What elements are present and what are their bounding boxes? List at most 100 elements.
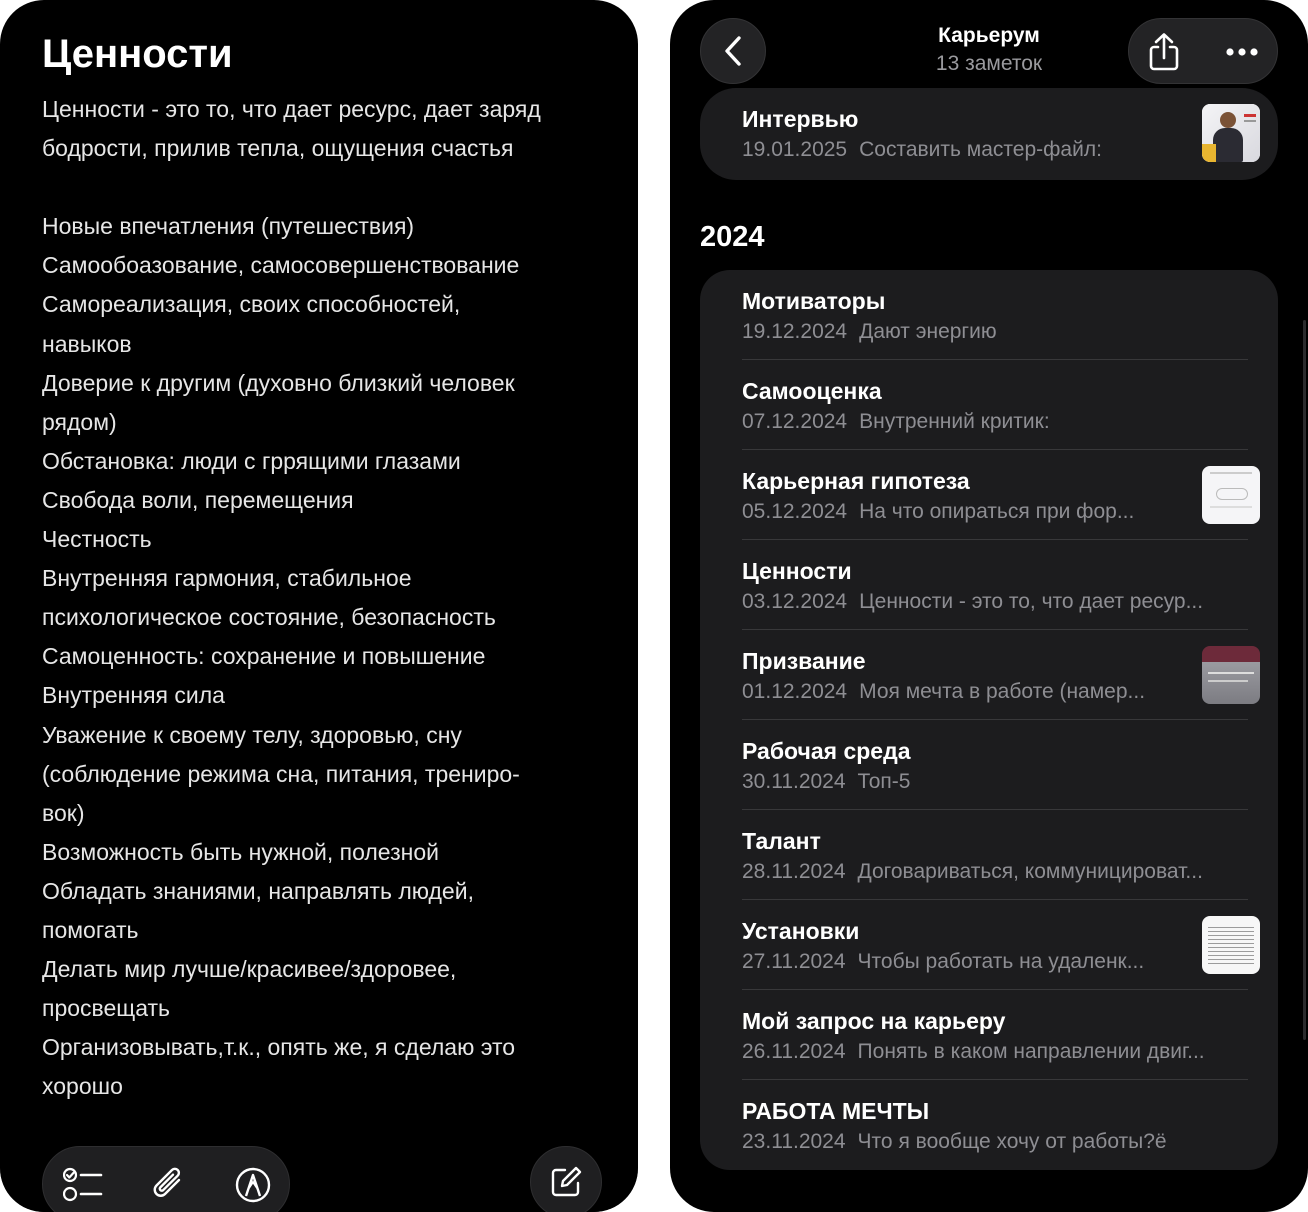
notes-list-2024: Мотиваторы 19.12.2024 Дают энергию Самооцен…	[700, 270, 1278, 1170]
markup-button[interactable]	[231, 1163, 275, 1207]
note-row-preview: Дают энергию	[859, 320, 997, 343]
paperclip-icon	[153, 1167, 181, 1197]
note-editor-screen: Ценности Ценности - это то, что дает рес…	[0, 0, 638, 1212]
note-row[interactable]: Карьерная гипотеза 05.12.2024 На что опира…	[700, 450, 1278, 540]
note-row-date: 27.11.2024	[742, 950, 846, 973]
back-button[interactable]	[700, 18, 766, 84]
note-line: Самореализация, своих способностей,	[42, 291, 461, 318]
compose-icon	[551, 1166, 582, 1197]
note-line: Самообоазование, самосовершенствование	[42, 252, 520, 279]
note-row-date: 28.11.2024	[742, 860, 846, 883]
note-row[interactable]: Призвание 01.12.2024 Моя мечта в работе (н…	[700, 630, 1278, 720]
note-line: Внутренняя гармония, стабильное	[42, 565, 412, 592]
note-line: (соблюдение режима сна, питания, трениро…	[42, 760, 520, 787]
note-row-title: Интервью	[742, 106, 859, 132]
note-title[interactable]: Ценности	[42, 28, 233, 80]
pinned-note-card: Интервью 19.01.2025 Составить мастер-файл…	[700, 88, 1278, 180]
note-row-date: 19.01.2025	[742, 138, 848, 161]
note-thumbnail	[1202, 104, 1260, 162]
note-line: Самоценность: сохранение и повышение	[42, 643, 486, 670]
note-row-meta: 30.11.2024 Топ-5	[742, 768, 1258, 796]
note-row[interactable]: Талант 28.11.2024 Договариваться, коммуниц…	[700, 810, 1278, 900]
note-line: хорошо	[42, 1073, 123, 1100]
chevron-left-icon	[725, 36, 741, 66]
note-line: Делать мир лучше/красивее/здоровее,	[42, 956, 457, 983]
note-line: Обстановка: люди с гррящими глазами	[42, 447, 461, 474]
note-line: просвещать	[42, 995, 171, 1022]
note-row-title: Самооценка	[742, 378, 882, 404]
share-button[interactable]	[1141, 29, 1187, 75]
note-row-title: Мотиваторы	[742, 288, 886, 314]
note-row-title: Призвание	[742, 648, 866, 674]
note-line: Возможность быть нужной, полезной	[42, 838, 439, 865]
markup-icon	[235, 1167, 271, 1203]
note-row-date: 07.12.2024	[742, 410, 848, 433]
note-row-meta: 27.11.2024 Чтобы работать на удаленк...	[742, 948, 1182, 976]
share-icon	[1149, 33, 1179, 71]
note-row[interactable]: Самооценка 07.12.2024 Внутренний критик:	[700, 360, 1278, 450]
folder-notes-screen: Интервью 19.01.2025 Составить мастер-файл…	[670, 0, 1308, 1212]
ellipsis-icon	[1226, 48, 1258, 56]
note-row-meta: 23.11.2024 Что я вообще хочу от работы?ё	[742, 1128, 1258, 1156]
attach-button[interactable]	[147, 1163, 191, 1207]
checklist-button[interactable]	[61, 1163, 105, 1207]
note-row-preview: Что я вообще хочу от работы?ё	[857, 1130, 1167, 1153]
note-row-meta: 07.12.2024 Внутренний критик:	[742, 408, 1258, 436]
note-row-title: Карьерная гипотеза	[742, 468, 970, 494]
note-row-preview: Составить мастер-файл:	[859, 138, 1102, 161]
note-row-meta: 28.11.2024 Договариваться, коммуницироват…	[742, 858, 1258, 886]
note-thumbnail	[1202, 646, 1260, 704]
note-row-meta: 19.12.2024 Дают энергию	[742, 318, 1258, 346]
note-row-title: Талант	[742, 828, 821, 854]
note-row[interactable]: Установки 27.11.2024 Чтобы работать на уда…	[700, 900, 1278, 990]
note-row[interactable]: РАБОТА МЕЧТЫ 23.11.2024 Что я вообще хочу …	[700, 1080, 1278, 1170]
note-row-meta: 26.11.2024 Понять в каком направлении дви…	[742, 1038, 1258, 1066]
note-line: рядом)	[42, 408, 117, 435]
note-line: Доверие к другим (духовно близкий челове…	[42, 369, 515, 396]
note-line: Честность	[42, 526, 152, 553]
new-note-button[interactable]	[530, 1146, 602, 1212]
folder-note-count: 13 заметок	[935, 52, 1043, 75]
note-row-preview: Моя мечта в работе (намер...	[859, 680, 1146, 703]
note-row[interactable]: Рабочая среда 30.11.2024 Топ-5	[700, 720, 1278, 810]
note-row-date: 05.12.2024	[742, 500, 848, 523]
note-line: Обладать знаниями, направлять людей,	[42, 877, 474, 904]
year-section-header: 2024	[700, 221, 765, 253]
note-row-date: 26.11.2024	[742, 1040, 846, 1063]
note-row[interactable]: Ценности 03.12.2024 Ценности - это то, что…	[700, 540, 1278, 630]
note-thumbnail	[1202, 916, 1260, 974]
note-row-meta: 01.12.2024 Моя мечта в работе (намер...	[742, 678, 1182, 706]
note-row-preview: Чтобы работать на удаленк...	[857, 950, 1145, 973]
note-line: Внутренняя сила	[42, 682, 225, 709]
note-row-title: Установки	[742, 918, 860, 944]
note-row[interactable]: Мой запрос на карьеру 26.11.2024 Понять в …	[700, 990, 1278, 1080]
scroll-indicator[interactable]	[1303, 320, 1306, 1040]
note-thumbnail	[1202, 466, 1260, 524]
note-row-title: Мой запрос на карьеру	[742, 1008, 1006, 1034]
note-row-preview: Понять в каком направлении двиг...	[857, 1040, 1205, 1063]
note-line: помогать	[42, 916, 139, 943]
more-button[interactable]	[1219, 29, 1265, 75]
note-row-date: 30.11.2024	[742, 770, 846, 793]
note-intro: Ценности - это то, что дает ресурс, дает…	[42, 96, 541, 162]
note-row-title: РАБОТА МЕЧТЫ	[742, 1098, 930, 1124]
folder-title: Карьерум	[938, 24, 1040, 47]
note-body[interactable]: Ценности - это то, что дает ресурс, дает…	[42, 90, 607, 1106]
note-row[interactable]: Мотиваторы 19.12.2024 Дают энергию	[700, 270, 1278, 360]
note-row-preview: Договариваться, коммуницироват...	[857, 860, 1203, 883]
note-row-date: 03.12.2024	[742, 590, 848, 613]
note-row[interactable]: Интервью 19.01.2025 Составить мастер-файл…	[700, 88, 1278, 178]
note-row-date: 01.12.2024	[742, 680, 848, 703]
editor-toolbar	[42, 1146, 290, 1212]
note-row-meta: 05.12.2024 На что опираться при фор...	[742, 498, 1182, 526]
note-row-preview: Топ-5	[857, 770, 911, 793]
note-row-meta: 03.12.2024 Ценности - это то, что дает ре…	[742, 588, 1258, 616]
note-row-title: Рабочая среда	[742, 738, 911, 764]
note-row-title: Ценности	[742, 558, 852, 584]
note-line: Организовывать,т.к., опять же, я сделаю …	[42, 1034, 516, 1061]
note-line: психологическое состояние, безопасность	[42, 604, 496, 631]
note-line: Уважение к своему телу, здоровью, сну	[42, 721, 462, 748]
note-row-date: 23.11.2024	[742, 1130, 846, 1153]
note-row-preview: На что опираться при фор...	[859, 500, 1135, 523]
